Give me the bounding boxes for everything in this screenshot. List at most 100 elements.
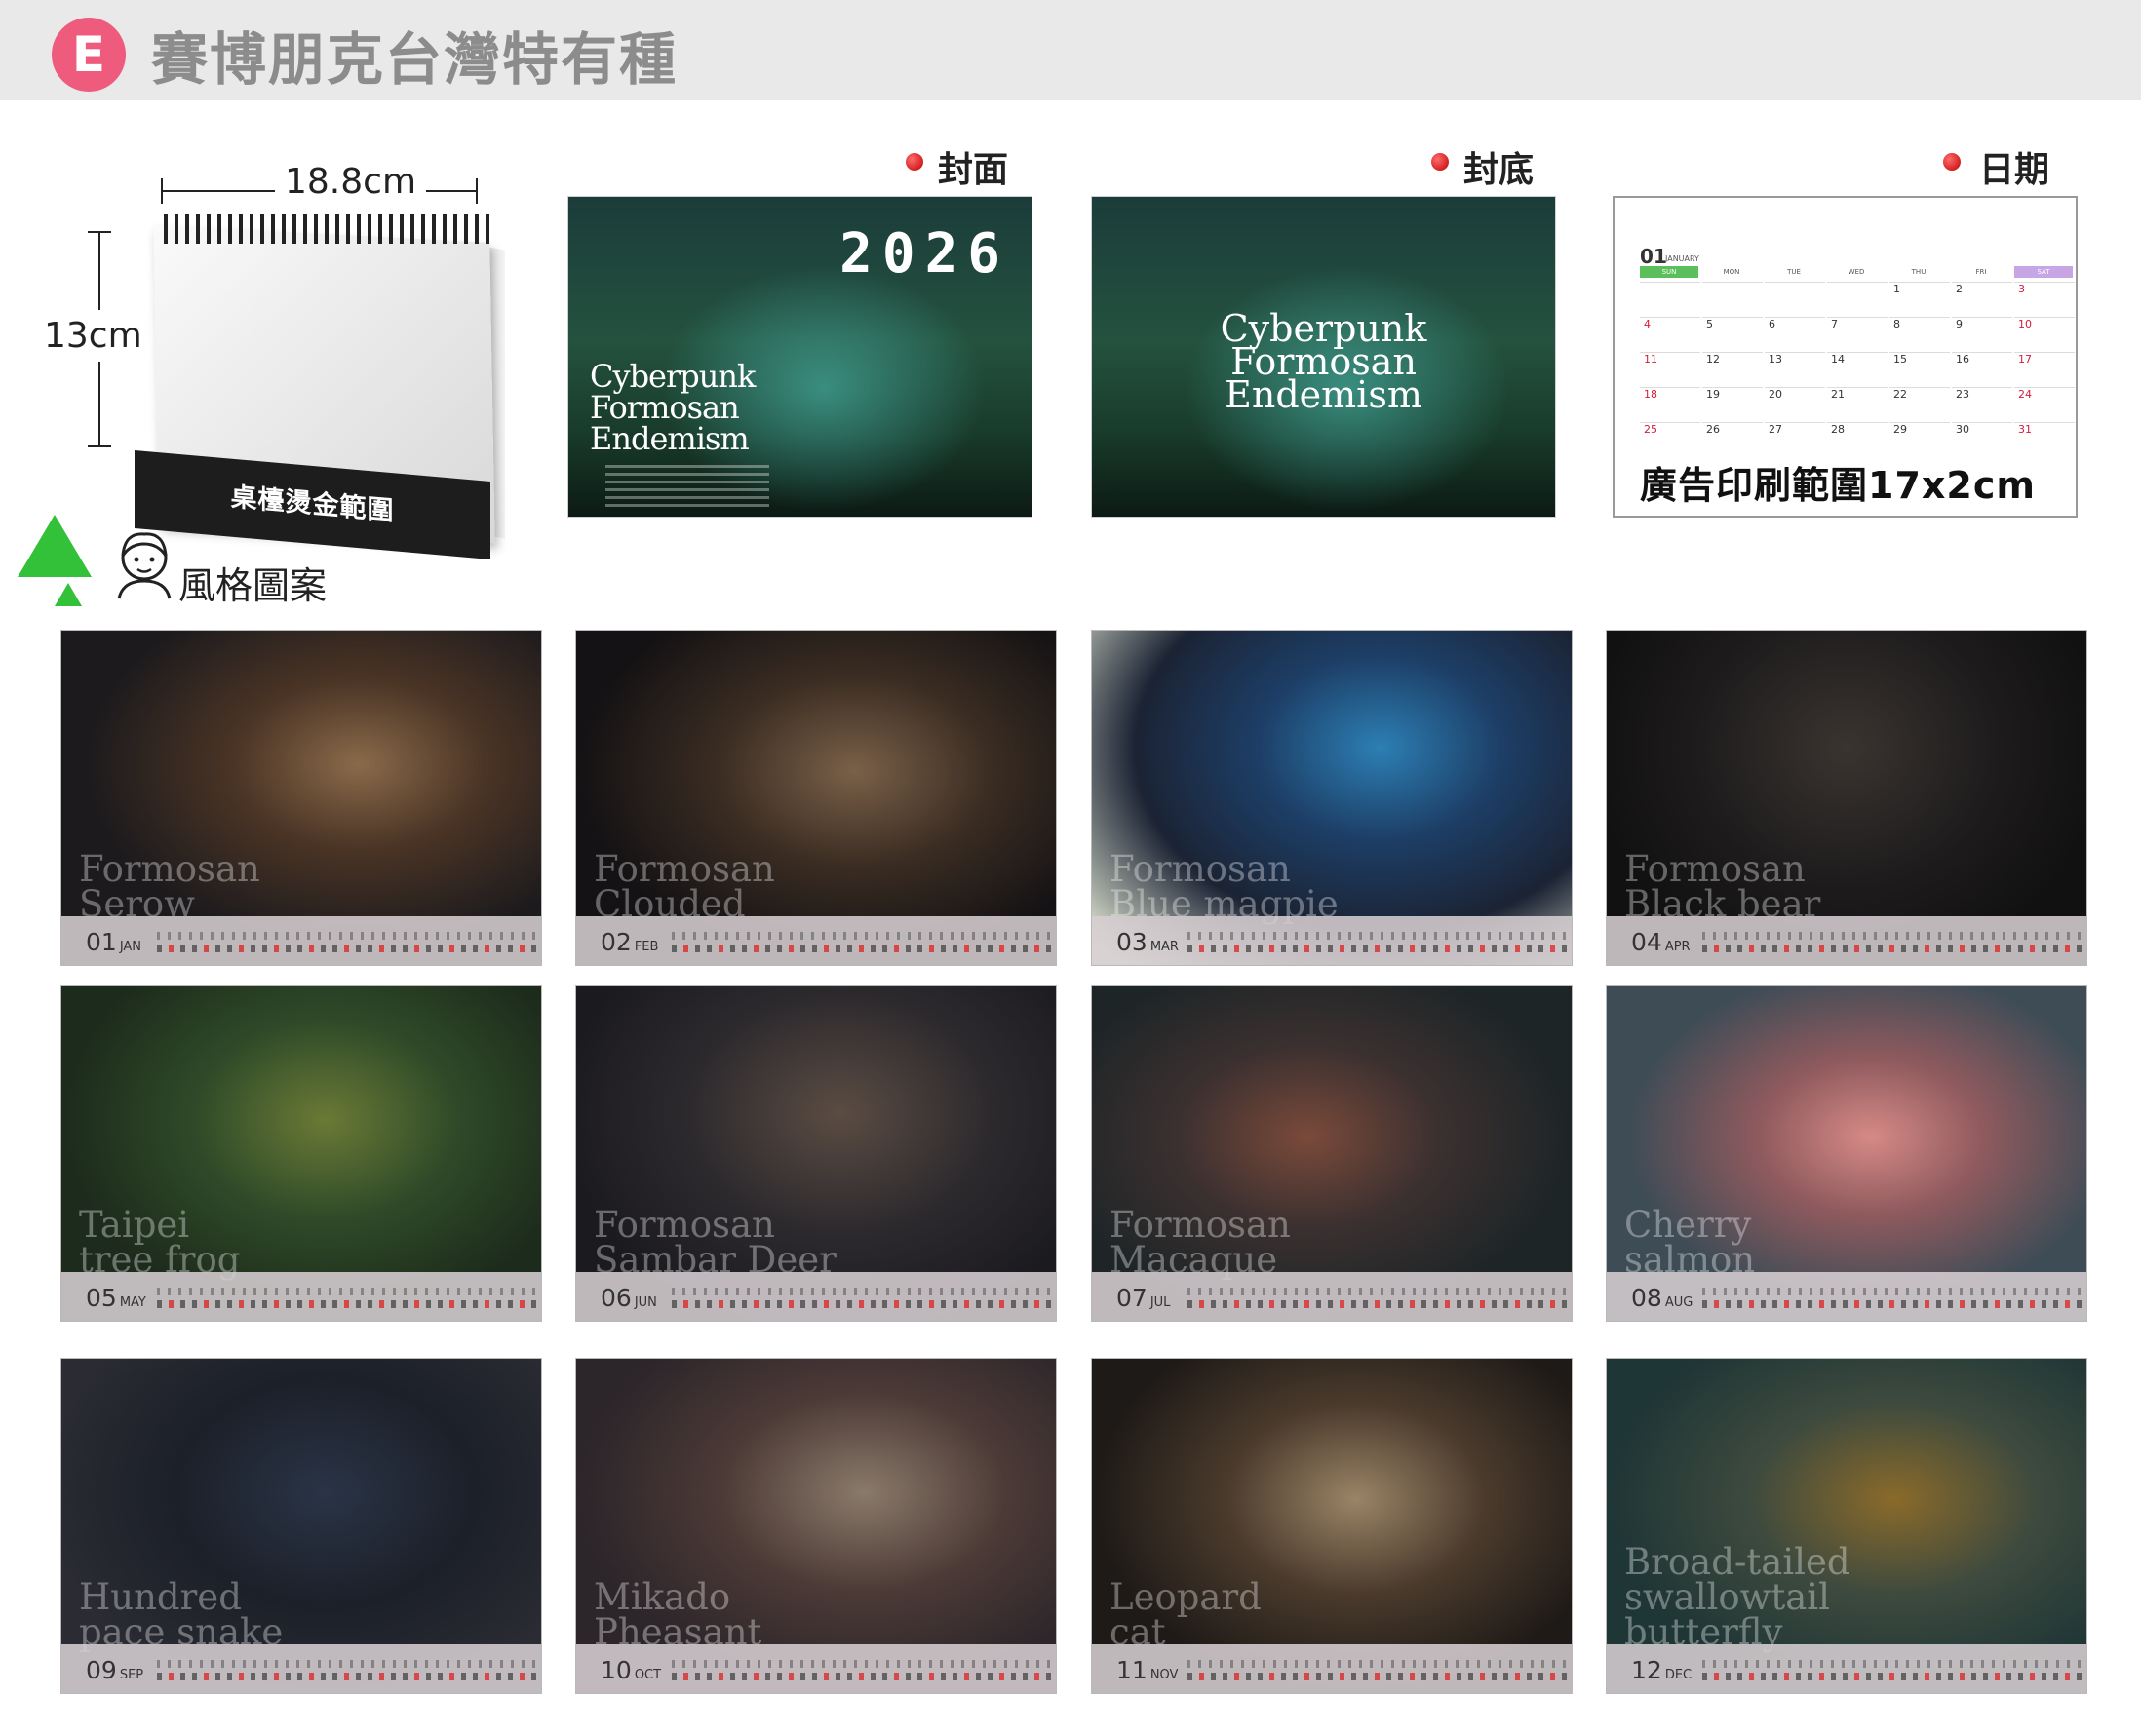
month-abbr: JUL (1149, 1295, 1171, 1310)
back-preview: Cyberpunk Formosan Endemism (1091, 196, 1556, 518)
date-cell: 12 (1702, 352, 1763, 387)
date-cell: 10 (2014, 317, 2075, 352)
month-date-strip: 08 AUG (1607, 1272, 2086, 1321)
spiral-binding (164, 214, 490, 244)
page-title: 賽博朋克台灣特有種 (151, 26, 679, 93)
date-cell: 11 (1640, 352, 1700, 387)
month-number: 12 DEC (1631, 1656, 1693, 1684)
month-page-mar: Formosan Blue magpie 03 MAR (1091, 630, 1573, 966)
month-number: 11 NOV (1116, 1656, 1179, 1684)
month-number: 03 MAR (1116, 928, 1179, 956)
date-cell: 26 (1702, 422, 1763, 457)
month-abbr: FEB (634, 940, 659, 954)
month-number: 10 OCT (601, 1656, 662, 1684)
date-cell: 15 (1889, 352, 1950, 387)
month-animal-title: Hundred pace snake (79, 1576, 284, 1653)
date-cell: 28 (1827, 422, 1888, 457)
month-animal-title: Formosan Sambar Deer (594, 1204, 837, 1281)
back-label: 封底 (1463, 150, 1535, 190)
green-triangle-small-icon (55, 583, 82, 606)
month-abbr: OCT (634, 1668, 662, 1682)
month-abbr: JUN (634, 1295, 657, 1310)
month-animal-title: Cherry salmon (1624, 1204, 1756, 1281)
month-page-apr: Formosan Black bear 04 APR (1606, 630, 2087, 966)
month-date-strip: 12 DEC (1607, 1644, 2086, 1693)
date-month-number: 01 (1640, 245, 1667, 268)
month-date-strip: 01 JAN (61, 916, 541, 965)
header-band: E 賽博朋克台灣特有種 (0, 0, 2141, 100)
date-cell: 2 (1952, 282, 2012, 317)
weekday-tue: TUE (1787, 268, 1801, 276)
cover-preview: 2026 Cyberpunk Formosan Endemism (567, 196, 1032, 518)
date-cell: 13 (1765, 352, 1825, 387)
month-number: 01 JAN (86, 928, 142, 956)
month-date-strip: 03 MAR (1092, 916, 1572, 965)
date-cell: 24 (2014, 387, 2075, 422)
date-cell: 21 (1827, 387, 1888, 422)
month-animal-title: Mikado Pheasant (594, 1576, 762, 1653)
girl-face-icon (117, 532, 172, 599)
month-day-row (157, 1660, 537, 1681)
month-day-row (1187, 1660, 1568, 1681)
cover-label: 封面 (938, 150, 1009, 190)
month-animal-title: Formosan Clouded (594, 848, 775, 925)
date-cell: 8 (1889, 317, 1950, 352)
month-number: 05 MAY (86, 1284, 146, 1312)
date-cell: 17 (2014, 352, 2075, 387)
style-tag: 風格圖案 (18, 515, 359, 612)
weekday-fri: FRI (1975, 268, 1987, 276)
date-month-name: JANUARY (1665, 254, 1699, 263)
date-cell (1765, 282, 1825, 317)
date-cell: 6 (1765, 317, 1825, 352)
month-page-may: Taipei tree frog 05 MAY (60, 985, 542, 1322)
date-cell (1702, 282, 1763, 317)
date-cell (1640, 282, 1700, 317)
weekday-mon: MON (1723, 268, 1740, 276)
month-day-row (1702, 1660, 2083, 1681)
date-cell: 3 (2014, 282, 2075, 317)
back-title: Cyberpunk Formosan Endemism (1220, 307, 1427, 416)
month-animal-title: Broad-tailed swallowtail butterfly (1624, 1541, 1850, 1653)
date-cell: 30 (1952, 422, 2012, 457)
date-cell: 5 (1702, 317, 1763, 352)
cover-title: Cyberpunk Formosan Endemism (590, 358, 756, 457)
month-number: 04 APR (1631, 928, 1691, 956)
date-cell: 7 (1827, 317, 1888, 352)
month-animal-title: Formosan Serow (79, 848, 260, 925)
date-grid: 1 2 3 4 5 6 7 8 9 10 11 12 13 14 15 16 17 18 19 20 21 22 23 24 2… (1640, 282, 2076, 457)
section-badge: E (52, 18, 126, 92)
month-date-strip: 11 NOV (1092, 1644, 1572, 1693)
date-cell: 14 (1827, 352, 1888, 387)
month-abbr: NOV (1149, 1668, 1179, 1682)
month-number: 09 SEP (86, 1656, 144, 1684)
month-date-strip: 10 OCT (576, 1644, 1056, 1693)
red-dot-icon (906, 153, 923, 171)
date-cell: 23 (1952, 387, 2012, 422)
cover-subtext-lines (605, 460, 769, 512)
month-abbr: DEC (1664, 1668, 1693, 1682)
month-date-strip: 04 APR (1607, 916, 2086, 965)
month-abbr: SEP (119, 1668, 144, 1682)
month-day-row (1702, 1288, 2083, 1309)
style-label: 風格圖案 (178, 564, 328, 607)
desk-calendar-illustration: 桌檯燙金範圍 (135, 214, 505, 559)
date-cell: 31 (2014, 422, 2075, 457)
month-day-row (672, 1660, 1052, 1681)
month-abbr: MAY (119, 1295, 146, 1310)
red-dot-icon (1431, 153, 1449, 171)
month-day-row (157, 932, 537, 953)
month-page-jan: Formosan Serow 01 JAN (60, 630, 542, 966)
month-page-dec: Broad-tailed swallowtail butterfly 12 DEC (1606, 1358, 2087, 1694)
weekday-sun: SUN (1640, 266, 1698, 278)
month-number: 02 FEB (601, 928, 659, 956)
month-number: 07 JUL (1116, 1284, 1171, 1312)
date-cell: 4 (1640, 317, 1700, 352)
month-page-jun: Formosan Sambar Deer 06 JUN (575, 985, 1057, 1322)
ad-print-area-label: 廣告印刷範圍17x2cm (1640, 464, 2036, 507)
date-cell: 22 (1889, 387, 1950, 422)
month-date-strip: 05 MAY (61, 1272, 541, 1321)
month-abbr: AUG (1664, 1295, 1693, 1310)
month-day-row (672, 932, 1052, 953)
date-preview: 01 JANUARY SUN MON TUE WED THU FRI SAT 1234567… (1613, 196, 2078, 518)
month-page-sep: Hundred pace snake 09 SEP (60, 1358, 542, 1694)
